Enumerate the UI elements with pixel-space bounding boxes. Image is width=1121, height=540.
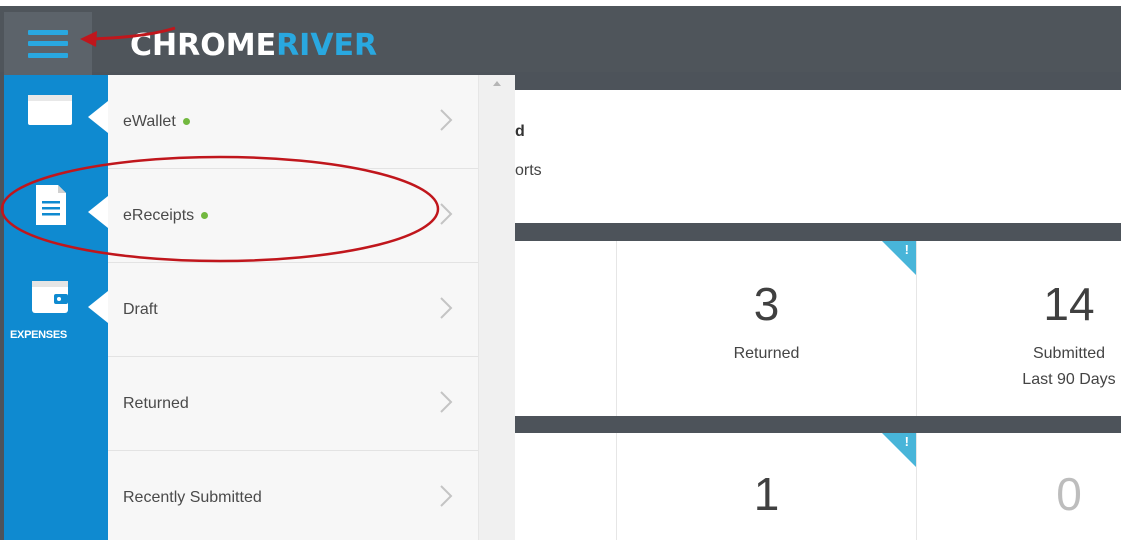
alert-flag-glyph: ! bbox=[904, 434, 909, 449]
menu-item-label: Recently Submitted bbox=[123, 488, 262, 506]
approval-submitted-count: 0 bbox=[1056, 468, 1082, 520]
rail-item-ewallet[interactable] bbox=[4, 75, 108, 170]
status-dot bbox=[201, 212, 209, 219]
alert-flag-icon bbox=[882, 433, 916, 467]
dashboard-main: d orts ! 3 Returned 14 Submitted Last 90… bbox=[515, 75, 1121, 540]
chevron-right-icon bbox=[440, 203, 453, 225]
icon-rail: EXPENSES bbox=[4, 75, 108, 540]
submitted-period: Last 90 Days bbox=[1022, 371, 1116, 388]
expenses-menu-panel: eWallet eReceipts Draft Returned Recentl… bbox=[108, 75, 515, 540]
rail-label-expenses: EXPENSES bbox=[10, 329, 67, 341]
expenses-wallet-icon bbox=[32, 281, 68, 313]
approval-submitted-tile[interactable]: 0 bbox=[917, 433, 1121, 540]
chevron-right-icon bbox=[440, 485, 453, 507]
menu-item-draft[interactable]: Draft bbox=[108, 263, 478, 357]
active-pointer bbox=[88, 196, 108, 228]
rail-item-expenses[interactable] bbox=[4, 265, 108, 360]
report-tiles-row: ! 3 Returned 14 Submitted Last 90 Days bbox=[515, 241, 1121, 416]
summary-card-title: d bbox=[515, 123, 525, 140]
scroll-up-arrow-icon[interactable] bbox=[493, 81, 501, 86]
report-tile[interactable] bbox=[515, 241, 617, 416]
menu-item-returned[interactable]: Returned bbox=[108, 357, 478, 451]
menu-item-label: eWallet bbox=[123, 112, 176, 130]
chevron-right-icon bbox=[440, 297, 453, 319]
submitted-label: Submitted bbox=[1032, 345, 1106, 362]
top-bar: CHROMERIVER bbox=[0, 0, 1121, 78]
active-pointer bbox=[88, 291, 108, 323]
menu-item-label: Returned bbox=[123, 394, 189, 412]
menu-item-label: Draft bbox=[123, 300, 158, 318]
receipt-document-icon bbox=[36, 185, 66, 225]
returned-count: 3 bbox=[753, 278, 780, 330]
menu-list: eWallet eReceipts Draft Returned Recentl… bbox=[108, 75, 478, 540]
menu-item-ewallet[interactable]: eWallet bbox=[108, 75, 478, 169]
menu-item-label: eReceipts bbox=[123, 206, 195, 224]
chevron-right-icon bbox=[440, 391, 453, 413]
submitted-count: 14 bbox=[1043, 278, 1095, 330]
returned-tile[interactable]: ! 3 Returned bbox=[617, 241, 917, 416]
returned-label: Returned bbox=[733, 345, 800, 362]
wallet-card-icon bbox=[28, 95, 72, 125]
alert-flag-glyph: ! bbox=[904, 242, 909, 257]
menu-item-recently-submitted[interactable]: Recently Submitted bbox=[108, 451, 478, 540]
menu-toggle-button[interactable] bbox=[4, 12, 92, 78]
active-pointer bbox=[88, 101, 108, 133]
menu-scrollbar[interactable] bbox=[478, 75, 515, 540]
approval-tiles-row: ! 1 0 bbox=[515, 433, 1121, 540]
menu-item-ereceipts[interactable]: eReceipts bbox=[108, 169, 478, 263]
submitted-tile[interactable]: 14 Submitted Last 90 Days bbox=[917, 241, 1121, 416]
summary-card: d orts bbox=[515, 90, 1121, 223]
status-dot bbox=[182, 118, 190, 125]
summary-card-subtitle: orts bbox=[515, 162, 542, 179]
approval-returned-count: 1 bbox=[753, 468, 780, 520]
rail-item-ereceipts[interactable] bbox=[4, 170, 108, 265]
chevron-right-icon bbox=[440, 109, 453, 131]
hamburger-icon bbox=[28, 29, 68, 58]
chrome-river-logo[interactable]: CHROMERIVER bbox=[130, 28, 377, 63]
alert-flag-icon bbox=[882, 241, 916, 275]
approval-returned-tile[interactable]: ! 1 bbox=[617, 433, 917, 540]
approval-tile[interactable] bbox=[515, 433, 617, 540]
